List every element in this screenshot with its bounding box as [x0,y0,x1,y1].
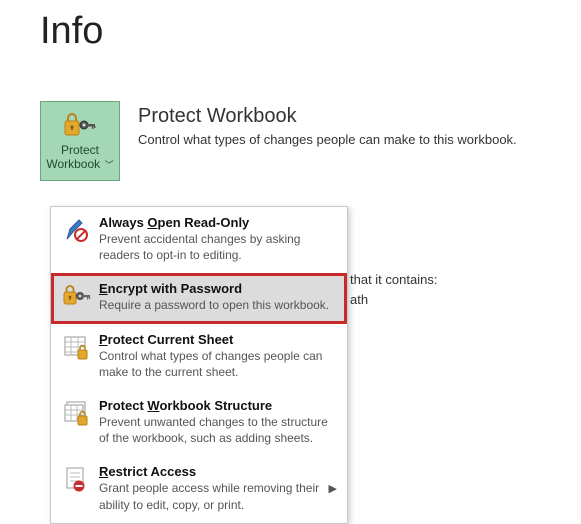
protect-workbook-button-label: Protect Workbook ﹀ [43,143,117,172]
menu-item-title: Protect Workbook Structure [99,398,337,413]
lock-key-icon [64,111,96,139]
menu-item-description: Prevent unwanted changes to the structur… [99,414,337,446]
menu-item-description: Require a password to open this workbook… [99,297,337,313]
background-text: that it contains: ath [350,270,437,309]
protect-workbook-menu: Always Open Read-Only Prevent accidental… [50,206,348,524]
page-title: Info [40,10,581,53]
document-restrict-icon [61,464,93,494]
menu-item-title: Encrypt with Password [99,281,337,296]
sheet-lock-icon [61,332,93,362]
protect-workbook-button[interactable]: Protect Workbook ﹀ [40,101,120,181]
menu-item-protect-structure[interactable]: Protect Workbook Structure Prevent unwan… [51,390,347,456]
menu-item-title: Always Open Read-Only [99,215,337,230]
menu-item-encrypt-password[interactable]: Encrypt with Password Require a password… [51,273,347,323]
pencil-no-icon [61,215,93,245]
workbook-lock-icon [61,398,93,428]
submenu-arrow-icon: ▶ [325,482,337,495]
chevron-down-icon: ﹀ [102,160,114,170]
lock-key-icon [61,281,93,309]
section-heading: Protect Workbook [138,105,517,128]
menu-item-open-read-only[interactable]: Always Open Read-Only Prevent accidental… [51,207,347,273]
menu-item-description: Prevent accidental changes by asking rea… [99,231,337,263]
menu-item-title: Protect Current Sheet [99,332,337,347]
section-description: Control what types of changes people can… [138,132,517,147]
menu-item-description: Control what types of changes people can… [99,348,337,380]
menu-item-protect-sheet[interactable]: Protect Current Sheet Control what types… [51,324,347,390]
menu-item-title: Restrict Access [99,464,325,479]
menu-item-restrict-access[interactable]: Restrict Access Grant people access whil… [51,456,347,522]
menu-item-description: Grant people access while removing their… [99,480,325,512]
